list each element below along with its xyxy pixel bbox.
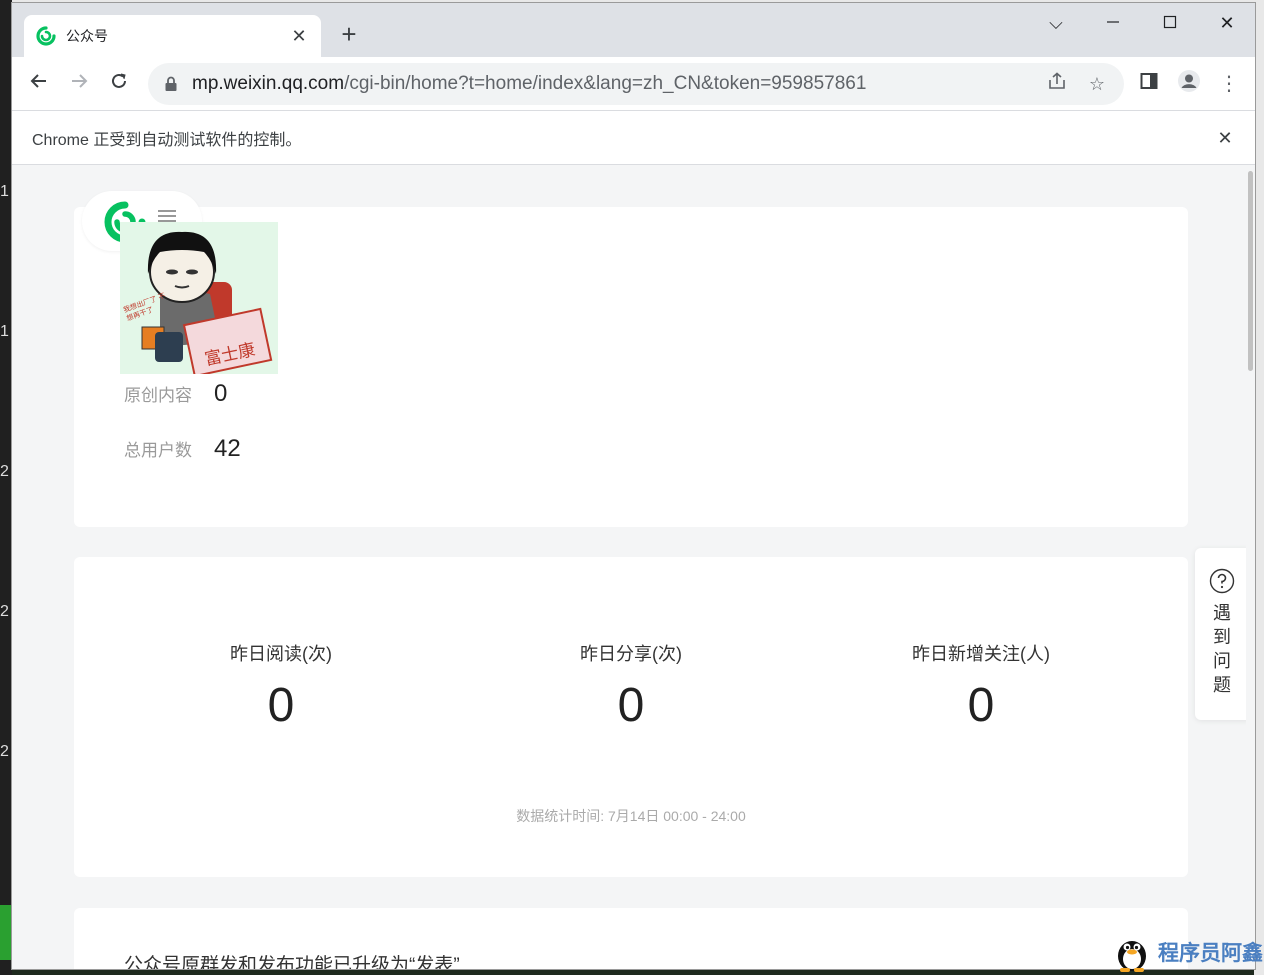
background-mark: 2 xyxy=(0,743,9,760)
maximize-icon[interactable] xyxy=(1156,11,1184,35)
metric-read: 昨日阅读(次) 0 xyxy=(131,640,431,733)
url-text[interactable]: mp.weixin.qq.com/cgi-bin/home?t=home/ind… xyxy=(192,73,1044,95)
reload-icon[interactable] xyxy=(104,69,134,99)
browser-toolbar: mp.weixin.qq.com/cgi-bin/home?t=home/ind… xyxy=(12,57,1255,111)
notice-card: 公众号原群发和发布功能已升级为“发表” xyxy=(74,908,1188,970)
tab-close-icon[interactable]: ✕ xyxy=(289,26,309,46)
profile-avatar-icon[interactable] xyxy=(1174,69,1204,99)
new-tab-plus-icon[interactable]: + xyxy=(336,21,362,47)
metric-share: 昨日分享(次) 0 xyxy=(481,640,781,733)
scrollbar-thumb[interactable] xyxy=(1248,171,1253,371)
background-mark: 2 xyxy=(0,463,9,480)
more-menu-icon[interactable]: ⋮ xyxy=(1214,69,1244,99)
yesterday-stats-card: 昨日阅读(次) 0 昨日分享(次) 0 昨日新增关注(人) 0 数据统计时间: … xyxy=(74,557,1188,877)
lock-icon xyxy=(165,76,177,91)
metric-value[interactable]: 0 xyxy=(131,678,431,733)
notice-text: 公众号原群发和发布功能已升级为“发表” xyxy=(124,955,460,970)
forward-arrow-icon[interactable] xyxy=(64,69,94,99)
page-content: 我想出厂了 不想再干了 富士康 原创内容 0 总用户数 42 昨日阅读(次) 0… xyxy=(12,166,1247,970)
question-circle-icon xyxy=(1209,568,1235,594)
tab-strip: 公众号 ✕ + ⌵ ✕ xyxy=(12,3,1255,57)
account-avatar[interactable]: 我想出厂了 不想再干了 富士康 xyxy=(120,222,278,374)
metric-label: 昨日阅读(次) xyxy=(230,644,332,664)
metric-value[interactable]: 0 xyxy=(831,678,1131,733)
wechat-mp-favicon-icon xyxy=(36,26,56,46)
stats-time-range: 数据统计时间: 7月14日 00:00 - 24:00 xyxy=(516,808,746,824)
browser-window: 公众号 ✕ + ⌵ ✕ mp.weixin.qq.com/cgi-bin/hom… xyxy=(11,2,1256,970)
tab-active[interactable]: 公众号 ✕ xyxy=(24,15,321,57)
automation-infobar: Chrome 正受到自动测试软件的控制。 ✕ xyxy=(12,111,1255,165)
stat-total-users: 总用户数 42 xyxy=(124,435,241,463)
watermark-text: 程序员阿鑫 xyxy=(1158,942,1263,965)
stat-value[interactable]: 42 xyxy=(214,435,241,463)
stat-label: 原创内容 xyxy=(124,386,192,405)
window-close-icon[interactable]: ✕ xyxy=(1213,11,1241,35)
metric-label: 昨日新增关注(人) xyxy=(912,644,1050,664)
infobar-close-icon[interactable]: ✕ xyxy=(1213,126,1237,150)
help-label: 遇到问题 xyxy=(1213,603,1231,695)
side-panel-icon[interactable] xyxy=(1134,69,1164,99)
url-host: mp.weixin.qq.com xyxy=(192,73,345,94)
stat-value: 0 xyxy=(214,380,228,407)
url-path: /cgi-bin/home?t=home/index&lang=zh_CN&to… xyxy=(344,73,867,94)
bookmark-star-icon[interactable]: ☆ xyxy=(1084,71,1110,97)
metric-label: 昨日分享(次) xyxy=(580,644,682,664)
back-arrow-icon[interactable] xyxy=(24,69,54,99)
background-mark: 2 xyxy=(0,603,9,620)
share-icon[interactable] xyxy=(1044,71,1070,97)
address-bar[interactable]: mp.weixin.qq.com/cgi-bin/home?t=home/ind… xyxy=(148,63,1124,105)
help-floating-button[interactable]: 遇到问题 xyxy=(1195,548,1247,720)
background-mark: 1 xyxy=(0,183,9,200)
stat-original-content: 原创内容 0 xyxy=(124,380,227,408)
page-scrollbar[interactable] xyxy=(1246,166,1255,969)
metric-new-followers: 昨日新增关注(人) 0 xyxy=(831,640,1131,733)
qq-penguin-icon xyxy=(1118,941,1146,972)
metric-value[interactable]: 0 xyxy=(481,678,781,733)
tab-search-chevron-down-icon[interactable]: ⌵ xyxy=(1042,11,1070,35)
minimize-icon[interactable] xyxy=(1099,11,1127,35)
hamburger-menu-icon[interactable] xyxy=(158,209,176,223)
infobar-text: Chrome 正受到自动测试软件的控制。 xyxy=(32,131,302,149)
background-mark: 1 xyxy=(0,323,9,340)
tab-title: 公众号 xyxy=(66,28,108,44)
stat-label: 总用户数 xyxy=(124,441,192,460)
watermark: 程序员阿鑫 xyxy=(1112,932,1263,972)
